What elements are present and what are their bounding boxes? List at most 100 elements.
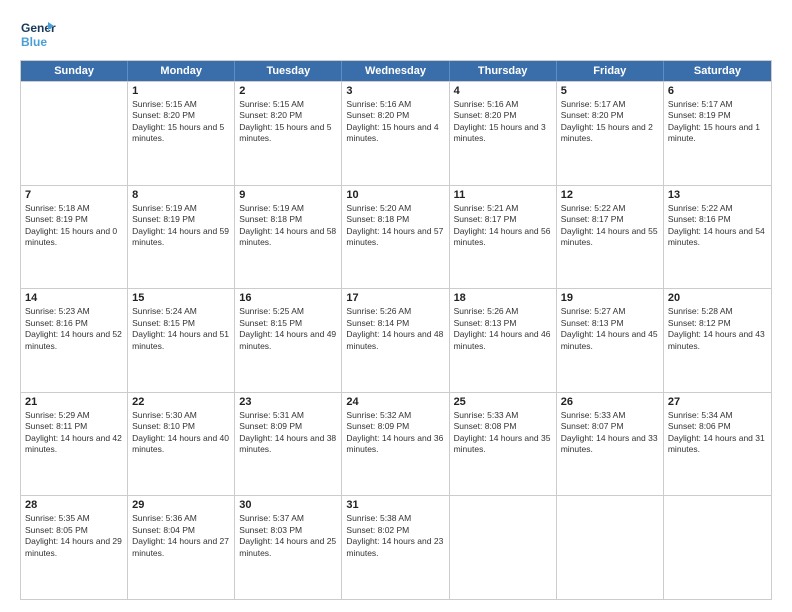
calendar-cell-28: 28 Sunrise: 5:35 AM Sunset: 8:05 PM Dayli… bbox=[21, 496, 128, 599]
day-number: 9 bbox=[239, 189, 337, 201]
day-info: Sunrise: 5:32 AM Sunset: 8:09 PM Dayligh… bbox=[346, 410, 444, 456]
day-info: Sunrise: 5:22 AM Sunset: 8:16 PM Dayligh… bbox=[668, 203, 767, 249]
calendar-cell-8: 8 Sunrise: 5:19 AM Sunset: 8:19 PM Daylig… bbox=[128, 186, 235, 289]
day-info: Sunrise: 5:19 AM Sunset: 8:18 PM Dayligh… bbox=[239, 203, 337, 249]
calendar-row-0: 1 Sunrise: 5:15 AM Sunset: 8:20 PM Daylig… bbox=[21, 81, 771, 185]
calendar-cell-17: 17Sunrise: 5:26 AM Sunset: 8:14 PM Dayli… bbox=[342, 289, 449, 392]
calendar-cell-16: 16Sunrise: 5:25 AM Sunset: 8:15 PM Dayli… bbox=[235, 289, 342, 392]
day-number: 29 bbox=[132, 499, 230, 511]
day-info: Sunrise: 5:28 AM Sunset: 8:12 PM Dayligh… bbox=[668, 306, 767, 352]
calendar-cell-1: 1Sunrise: 5:15 AM Sunset: 8:20 PM Daylig… bbox=[128, 82, 235, 185]
day-number: 11 bbox=[454, 189, 552, 201]
day-info: Sunrise: 5:19 AM Sunset: 8:19 PM Dayligh… bbox=[132, 203, 230, 249]
day-info: Sunrise: 5:15 AM Sunset: 8:20 PM Dayligh… bbox=[239, 99, 337, 145]
day-info: Sunrise: 5:24 AM Sunset: 8:15 PM Dayligh… bbox=[132, 306, 230, 352]
calendar-cell-5: 5Sunrise: 5:17 AM Sunset: 8:20 PM Daylig… bbox=[557, 82, 664, 185]
calendar-cell-23: 23 Sunrise: 5:31 AM Sunset: 8:09 PM Dayli… bbox=[235, 393, 342, 496]
header: General Blue bbox=[20, 16, 772, 54]
weekday-header-thursday: Thursday bbox=[450, 61, 557, 81]
calendar-row-4: 28 Sunrise: 5:35 AM Sunset: 8:05 PM Dayli… bbox=[21, 495, 771, 599]
day-number: 26 bbox=[561, 396, 659, 408]
day-info: Sunrise: 5:22 AM Sunset: 8:17 PM Dayligh… bbox=[561, 203, 659, 249]
day-number: 17 bbox=[346, 292, 444, 304]
day-number: 20 bbox=[668, 292, 767, 304]
page: General Blue SundayMondayTuesdayWednesda… bbox=[0, 0, 792, 612]
day-number: 6 bbox=[668, 85, 767, 97]
calendar-cell-21: 21Sunrise: 5:29 AM Sunset: 8:11 PM Dayli… bbox=[21, 393, 128, 496]
calendar-body: 1 Sunrise: 5:15 AM Sunset: 8:20 PM Daylig… bbox=[21, 81, 771, 599]
day-number: 3 bbox=[346, 85, 444, 97]
day-info: Sunrise: 5:34 AM Sunset: 8:06 PM Dayligh… bbox=[668, 410, 767, 456]
calendar-cell-4: 4Sunrise: 5:16 AM Sunset: 8:20 PM Daylig… bbox=[450, 82, 557, 185]
weekday-header-saturday: Saturday bbox=[664, 61, 771, 81]
day-number: 15 bbox=[132, 292, 230, 304]
calendar-cell-9: 9 Sunrise: 5:19 AM Sunset: 8:18 PM Daylig… bbox=[235, 186, 342, 289]
day-info: Sunrise: 5:17 AM Sunset: 8:19 PM Dayligh… bbox=[668, 99, 767, 145]
day-number: 27 bbox=[668, 396, 767, 408]
day-info: Sunrise: 5:23 AM Sunset: 8:16 PM Dayligh… bbox=[25, 306, 123, 352]
calendar-cell-12: 12 Sunrise: 5:22 AM Sunset: 8:17 PM Dayli… bbox=[557, 186, 664, 289]
calendar-cell-25: 25 Sunrise: 5:33 AM Sunset: 8:08 PM Dayli… bbox=[450, 393, 557, 496]
day-info: Sunrise: 5:25 AM Sunset: 8:15 PM Dayligh… bbox=[239, 306, 337, 352]
day-number: 8 bbox=[132, 189, 230, 201]
day-number: 28 bbox=[25, 499, 123, 511]
day-info: Sunrise: 5:20 AM Sunset: 8:18 PM Dayligh… bbox=[346, 203, 444, 249]
weekday-header-sunday: Sunday bbox=[21, 61, 128, 81]
day-info: Sunrise: 5:17 AM Sunset: 8:20 PM Dayligh… bbox=[561, 99, 659, 145]
weekday-header-wednesday: Wednesday bbox=[342, 61, 449, 81]
day-info: Sunrise: 5:21 AM Sunset: 8:17 PM Dayligh… bbox=[454, 203, 552, 249]
day-info: Sunrise: 5:37 AM Sunset: 8:03 PM Dayligh… bbox=[239, 513, 337, 559]
day-info: Sunrise: 5:31 AM Sunset: 8:09 PM Dayligh… bbox=[239, 410, 337, 456]
calendar-cell-14: 14 Sunrise: 5:23 AM Sunset: 8:16 PM Dayli… bbox=[21, 289, 128, 392]
calendar-row-3: 21Sunrise: 5:29 AM Sunset: 8:11 PM Dayli… bbox=[21, 392, 771, 496]
day-number: 23 bbox=[239, 396, 337, 408]
day-info: Sunrise: 5:18 AM Sunset: 8:19 PM Dayligh… bbox=[25, 203, 123, 249]
calendar-cell-empty-4-5 bbox=[557, 496, 664, 599]
day-number: 4 bbox=[454, 85, 552, 97]
day-number: 18 bbox=[454, 292, 552, 304]
day-info: Sunrise: 5:35 AM Sunset: 8:05 PM Dayligh… bbox=[25, 513, 123, 559]
calendar-cell-27: 27 Sunrise: 5:34 AM Sunset: 8:06 PM Dayli… bbox=[664, 393, 771, 496]
calendar-cell-31: 31Sunrise: 5:38 AM Sunset: 8:02 PM Dayli… bbox=[342, 496, 449, 599]
day-number: 25 bbox=[454, 396, 552, 408]
calendar-cell-20: 20 Sunrise: 5:28 AM Sunset: 8:12 PM Dayli… bbox=[664, 289, 771, 392]
calendar-cell-19: 19 Sunrise: 5:27 AM Sunset: 8:13 PM Dayli… bbox=[557, 289, 664, 392]
calendar-row-2: 14 Sunrise: 5:23 AM Sunset: 8:16 PM Dayli… bbox=[21, 288, 771, 392]
calendar-cell-6: 6 Sunrise: 5:17 AM Sunset: 8:19 PM Daylig… bbox=[664, 82, 771, 185]
calendar-cell-30: 30 Sunrise: 5:37 AM Sunset: 8:03 PM Dayli… bbox=[235, 496, 342, 599]
calendar-cell-3: 3 Sunrise: 5:16 AM Sunset: 8:20 PM Daylig… bbox=[342, 82, 449, 185]
calendar-cell-7: 7 Sunrise: 5:18 AM Sunset: 8:19 PM Daylig… bbox=[21, 186, 128, 289]
day-number: 22 bbox=[132, 396, 230, 408]
day-number: 2 bbox=[239, 85, 337, 97]
day-number: 1 bbox=[132, 85, 230, 97]
day-number: 19 bbox=[561, 292, 659, 304]
day-info: Sunrise: 5:38 AM Sunset: 8:02 PM Dayligh… bbox=[346, 513, 444, 559]
calendar-cell-13: 13 Sunrise: 5:22 AM Sunset: 8:16 PM Dayli… bbox=[664, 186, 771, 289]
svg-text:Blue: Blue bbox=[21, 35, 47, 49]
day-number: 14 bbox=[25, 292, 123, 304]
day-number: 12 bbox=[561, 189, 659, 201]
day-number: 21 bbox=[25, 396, 123, 408]
calendar-cell-empty-4-4 bbox=[450, 496, 557, 599]
day-info: Sunrise: 5:27 AM Sunset: 8:13 PM Dayligh… bbox=[561, 306, 659, 352]
day-info: Sunrise: 5:33 AM Sunset: 8:07 PM Dayligh… bbox=[561, 410, 659, 456]
calendar-cell-11: 11 Sunrise: 5:21 AM Sunset: 8:17 PM Dayli… bbox=[450, 186, 557, 289]
calendar-cell-empty-0-0 bbox=[21, 82, 128, 185]
day-number: 24 bbox=[346, 396, 444, 408]
day-info: Sunrise: 5:26 AM Sunset: 8:13 PM Dayligh… bbox=[454, 306, 552, 352]
day-info: Sunrise: 5:36 AM Sunset: 8:04 PM Dayligh… bbox=[132, 513, 230, 559]
day-number: 7 bbox=[25, 189, 123, 201]
calendar-cell-29: 29 Sunrise: 5:36 AM Sunset: 8:04 PM Dayli… bbox=[128, 496, 235, 599]
day-number: 13 bbox=[668, 189, 767, 201]
logo-icon: General Blue bbox=[20, 16, 56, 54]
calendar-cell-empty-4-6 bbox=[664, 496, 771, 599]
day-info: Sunrise: 5:33 AM Sunset: 8:08 PM Dayligh… bbox=[454, 410, 552, 456]
calendar: SundayMondayTuesdayWednesdayThursdayFrid… bbox=[20, 60, 772, 600]
logo: General Blue bbox=[20, 16, 56, 54]
weekday-header-monday: Monday bbox=[128, 61, 235, 81]
weekday-header-tuesday: Tuesday bbox=[235, 61, 342, 81]
calendar-cell-22: 22Sunrise: 5:30 AM Sunset: 8:10 PM Dayli… bbox=[128, 393, 235, 496]
day-info: Sunrise: 5:16 AM Sunset: 8:20 PM Dayligh… bbox=[346, 99, 444, 145]
calendar-cell-18: 18 Sunrise: 5:26 AM Sunset: 8:13 PM Dayli… bbox=[450, 289, 557, 392]
day-number: 30 bbox=[239, 499, 337, 511]
